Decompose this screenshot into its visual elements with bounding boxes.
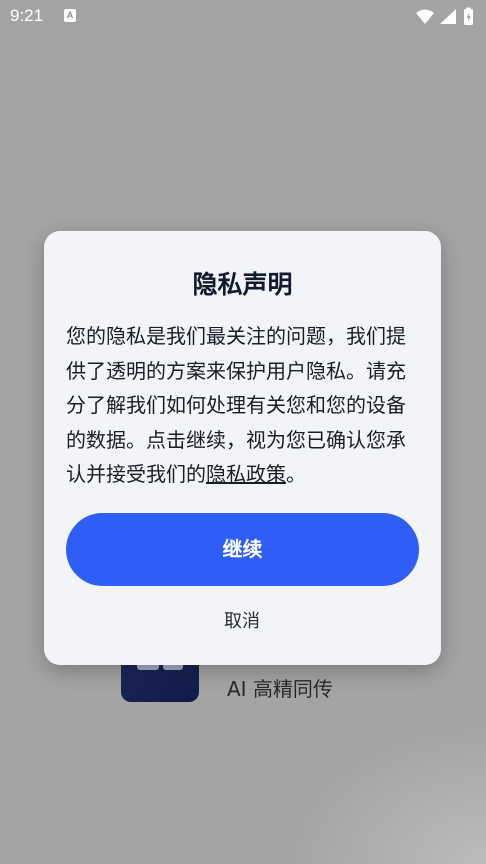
continue-button[interactable]: 继续	[66, 513, 419, 586]
wifi-icon	[416, 9, 434, 24]
dialog-body-suffix: 。	[286, 462, 306, 486]
battery-charging-icon	[464, 7, 473, 25]
notification-a-icon: A	[64, 9, 76, 22]
status-bar: 9:21 A	[0, 0, 486, 34]
privacy-dialog: 隐私声明 您的隐私是我们最关注的问题，我们提供了透明的方案来保护用户隐私。请充分…	[44, 231, 441, 665]
status-icons	[414, 7, 480, 25]
dialog-title: 隐私声明	[192, 270, 293, 299]
privacy-policy-link[interactable]: 隐私政策	[206, 462, 286, 486]
cancel-button[interactable]: 取消	[192, 605, 292, 639]
dialog-body: 您的隐私是我们最关注的问题，我们提供了透明的方案来保护用户隐私。请充分了解我们如…	[66, 319, 422, 492]
screen: 9:21 A AI 高精同传 隐私声明 您的隐私是我们最关注的问题，我们提供了透…	[0, 0, 486, 864]
background-glow	[286, 724, 486, 864]
signal-icon	[440, 9, 456, 24]
status-time: 9:21	[10, 6, 44, 25]
app-label: AI 高精同传	[227, 677, 333, 701]
